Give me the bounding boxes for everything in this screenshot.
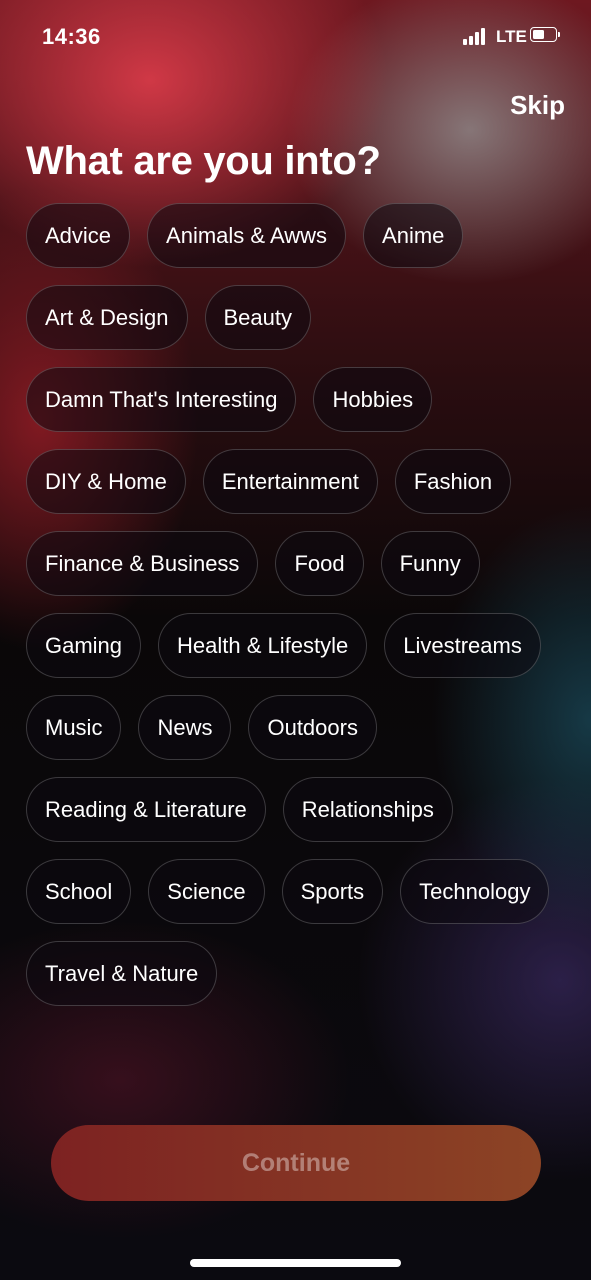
interest-chip-animals-awws[interactable]: Animals & Awws bbox=[147, 203, 347, 268]
signal-icon bbox=[463, 28, 493, 45]
interest-chip-outdoors[interactable]: Outdoors bbox=[248, 695, 377, 760]
interest-chip-finance-business[interactable]: Finance & Business bbox=[26, 531, 259, 596]
page-title: What are you into? bbox=[26, 139, 381, 183]
interest-chip-art-design[interactable]: Art & Design bbox=[26, 285, 188, 350]
status-bar: 14:36 LTE bbox=[0, 0, 591, 70]
interest-chip-technology[interactable]: Technology bbox=[400, 859, 550, 924]
interest-chip-list: Advice Animals & Awws Anime Art & Design Bea… bbox=[26, 203, 566, 1006]
interest-chip-music[interactable]: Music bbox=[26, 695, 122, 760]
status-time: 14:36 bbox=[42, 24, 101, 49]
interest-chip-fashion[interactable]: Fashion bbox=[394, 449, 512, 514]
interest-chip-livestreams[interactable]: Livestreams bbox=[384, 613, 541, 678]
interest-chip-food[interactable]: Food bbox=[275, 531, 364, 596]
interest-chip-travel-nature[interactable]: Travel & Nature bbox=[26, 941, 218, 1006]
interest-chip-entertainment[interactable]: Entertainment bbox=[202, 449, 378, 514]
skip-button[interactable]: Skip bbox=[510, 90, 565, 121]
battery-icon bbox=[530, 27, 560, 44]
onboarding-screen: 14:36 LTE Skip What are you into? Advice… bbox=[0, 0, 591, 1280]
interest-chip-science[interactable]: Science bbox=[148, 859, 265, 924]
interest-chip-hobbies[interactable]: Hobbies bbox=[313, 367, 433, 432]
interest-chip-reading-literature[interactable]: Reading & Literature bbox=[26, 777, 266, 842]
interest-chip-school[interactable]: School bbox=[26, 859, 132, 924]
home-indicator bbox=[190, 1259, 401, 1267]
interest-chip-relationships[interactable]: Relationships bbox=[282, 777, 453, 842]
interest-chip-advice[interactable]: Advice bbox=[26, 203, 131, 268]
continue-button[interactable]: Continue bbox=[51, 1125, 541, 1201]
interest-chip-damn-that-s-interesting[interactable]: Damn That's Interesting bbox=[26, 367, 297, 432]
interest-chip-health-lifestyle[interactable]: Health & Lifestyle bbox=[158, 613, 368, 678]
interest-chip-funny[interactable]: Funny bbox=[380, 531, 480, 596]
interest-chip-gaming[interactable]: Gaming bbox=[26, 613, 142, 678]
interest-chip-diy-home[interactable]: DIY & Home bbox=[26, 449, 186, 514]
network-type: LTE bbox=[496, 27, 527, 46]
interest-chip-news[interactable]: News bbox=[138, 695, 232, 760]
interest-chip-sports[interactable]: Sports bbox=[281, 859, 384, 924]
interest-chip-beauty[interactable]: Beauty bbox=[204, 285, 311, 350]
interest-chip-anime[interactable]: Anime bbox=[363, 203, 464, 268]
